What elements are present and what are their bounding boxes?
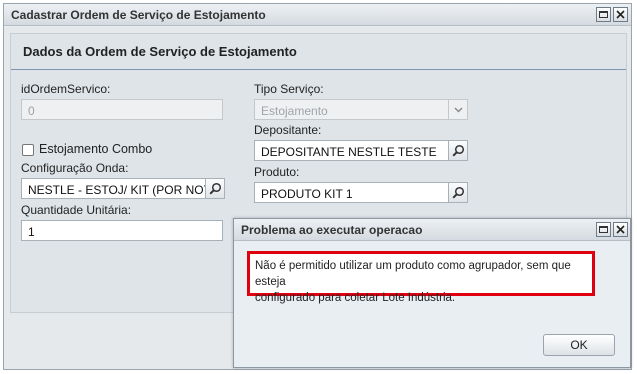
dialog-titlebar[interactable]: Problema ao executar operacao [234, 219, 630, 241]
tipo-servico-label: Tipo Serviço: [254, 82, 324, 96]
ok-button[interactable]: OK [543, 334, 615, 356]
estojamento-combo-checkbox[interactable] [22, 144, 34, 156]
depositante-label: Depositante: [254, 123, 322, 137]
maximize-icon [599, 226, 608, 233]
depositante-field[interactable]: DEPOSITANTE NESTLE TESTE [254, 140, 449, 161]
search-icon [451, 186, 464, 199]
main-titlebar[interactable]: Cadastrar Ordem de Serviço de Estojament… [4, 4, 631, 26]
maximize-icon [599, 11, 608, 18]
id-ordem-label: idOrdemServico: [21, 82, 111, 96]
tipo-servico-select: Estojamento [254, 99, 468, 120]
section-divider [11, 69, 626, 70]
error-message-line-1: Não é permitido utilizar um produto como… [255, 260, 571, 288]
dialog-close-button[interactable] [613, 222, 628, 237]
dialog-maximize-button[interactable] [596, 222, 611, 237]
dialog-title: Problema ao executar operacao [241, 223, 423, 237]
depositante-search-button[interactable] [448, 140, 468, 161]
produto-search-button[interactable] [448, 182, 468, 203]
close-icon [616, 225, 625, 234]
search-icon [451, 144, 464, 157]
dialog-body: Não é permitido utilizar um produto como… [234, 241, 630, 367]
estojamento-combo-label[interactable]: Estojamento Combo [39, 142, 152, 156]
close-icon [616, 10, 625, 19]
tipo-servico-value: Estojamento [261, 104, 328, 118]
produto-label: Produto: [254, 165, 300, 179]
main-window-title: Cadastrar Ordem de Serviço de Estojament… [11, 8, 266, 22]
section-title: Dados da Ordem de Serviço de Estojamento [23, 44, 297, 59]
close-button[interactable] [613, 7, 628, 22]
tipo-servico-dropdown-button [448, 99, 468, 120]
error-message: Não é permitido utilizar um produto como… [247, 251, 595, 304]
search-icon [208, 182, 221, 195]
error-dialog: Problema ao executar operacao Não é perm… [233, 218, 631, 368]
error-message-line-2: configurado para coletar Lote Indústria. [255, 292, 456, 304]
chevron-down-icon [454, 107, 463, 112]
configuracao-onda-field[interactable]: NESTLE - ESTOJ/ KIT (POR NOTA [21, 178, 206, 199]
id-ordem-field: 0 [21, 99, 223, 120]
maximize-button[interactable] [596, 7, 611, 22]
configuracao-onda-label: Configuração Onda: [21, 161, 129, 175]
configuracao-onda-search-button[interactable] [205, 178, 225, 199]
quantidade-unitaria-field[interactable]: 1 [21, 220, 223, 241]
quantidade-unitaria-label: Quantidade Unitária: [21, 203, 132, 217]
produto-field[interactable]: PRODUTO KIT 1 [254, 182, 449, 203]
